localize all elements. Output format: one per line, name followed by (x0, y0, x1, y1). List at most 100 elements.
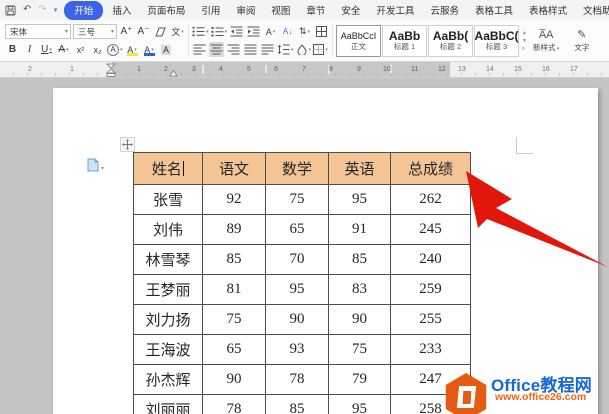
menu-tab[interactable]: 表格工具 (467, 1, 521, 19)
table-cell[interactable]: 70 (266, 245, 329, 275)
table-cell[interactable]: 259 (391, 275, 471, 305)
strikethrough-button[interactable]: A▾ (56, 42, 71, 57)
save-icon[interactable] (5, 5, 16, 16)
customize-toolbar-caret-icon[interactable]: ▾ (54, 7, 58, 14)
font-color-button[interactable]: A▾ (142, 42, 157, 57)
table-cell[interactable]: 93 (266, 335, 329, 365)
line-spacing-button[interactable]: ▾ (277, 42, 294, 57)
character-shading-button[interactable]: A (159, 42, 174, 57)
new-style-button[interactable]: A̅A 新样式 ▾ (529, 29, 563, 53)
shading-button[interactable]: ▾ (296, 42, 312, 57)
table-cell[interactable]: 张雪 (134, 185, 203, 215)
menu-tab[interactable]: 审阅 (228, 1, 263, 19)
table-cell[interactable]: 65 (203, 335, 266, 365)
table-cell[interactable]: 65 (266, 215, 329, 245)
table-cell[interactable]: 233 (391, 335, 471, 365)
menu-tab[interactable]: 页面布局 (139, 1, 193, 19)
increase-indent-button[interactable] (246, 24, 261, 39)
font-size-combobox[interactable]: 三号▾ (73, 24, 117, 39)
text-tool-button[interactable]: ✎ 文字 (570, 29, 593, 53)
table-cell[interactable]: 240 (391, 245, 471, 275)
table-cell[interactable]: 90 (329, 305, 391, 335)
column-header[interactable]: 英语 (329, 153, 391, 185)
table-cell[interactable]: 78 (203, 395, 266, 414)
column-header[interactable]: 姓名 (134, 153, 203, 185)
highlight-color-button[interactable]: A▾ (125, 42, 140, 57)
align-right-button[interactable] (226, 42, 241, 57)
paragraph-layout-button[interactable] (314, 24, 329, 39)
bullet-list-button[interactable]: ▾ (192, 24, 209, 39)
menu-tab[interactable]: 开始 (64, 1, 103, 20)
borders-button[interactable]: ▾ (313, 42, 328, 57)
table-cell[interactable]: 83 (329, 275, 391, 305)
table-cell[interactable]: 90 (203, 365, 266, 395)
underline-button[interactable]: U▾ (39, 42, 54, 57)
menu-tab[interactable]: 表格样式 (521, 1, 575, 19)
clear-format-button[interactable] (153, 24, 168, 39)
table-cell[interactable]: 75 (329, 335, 391, 365)
table-cell[interactable]: 79 (329, 365, 391, 395)
table-cell[interactable]: 孙杰辉 (134, 365, 203, 395)
style-card[interactable]: AaBb(标题 2 (428, 25, 473, 57)
table-cell[interactable]: 245 (391, 215, 471, 245)
table-cell[interactable]: 262 (391, 185, 471, 215)
superscript-button[interactable]: x² (73, 42, 88, 57)
table-cell[interactable]: 95 (329, 395, 391, 414)
table-cell[interactable]: 75 (266, 185, 329, 215)
scroll-down-icon[interactable]: ▼ (522, 38, 527, 44)
numbered-list-button[interactable]: ▾ (211, 24, 228, 39)
table-cell[interactable]: 90 (266, 305, 329, 335)
bold-button[interactable]: B (5, 42, 20, 57)
distribute-text-button[interactable] (260, 42, 275, 57)
table-move-handle[interactable] (120, 137, 135, 152)
table-cell[interactable]: 85 (329, 245, 391, 275)
table-cell[interactable]: 王海波 (134, 335, 203, 365)
column-header[interactable]: 数学 (266, 153, 329, 185)
menu-tab[interactable]: 插入 (104, 1, 139, 19)
menu-tab[interactable]: 章节 (298, 1, 333, 19)
text-direction-button[interactable]: A▾ (263, 24, 278, 39)
table-cell[interactable]: 92 (203, 185, 266, 215)
character-border-button[interactable]: A▾ (107, 42, 123, 57)
redo-icon[interactable]: ↷ (38, 5, 46, 15)
justify-button[interactable] (243, 42, 258, 57)
sort-button[interactable]: A↓ (280, 24, 295, 39)
undo-icon[interactable]: ↶ (23, 5, 31, 15)
table-cell[interactable]: 81 (203, 275, 266, 305)
menu-tab[interactable]: 安全 (333, 1, 368, 19)
menu-tab[interactable]: 文档助手 (575, 1, 609, 19)
grow-font-button[interactable]: A⁺ (119, 24, 134, 39)
table-cell[interactable]: 95 (329, 185, 391, 215)
table-cell[interactable]: 75 (203, 305, 266, 335)
scroll-up-icon[interactable]: ▲ (522, 30, 527, 36)
table-cell[interactable]: 王梦丽 (134, 275, 203, 305)
pinyin-guide-button[interactable]: 文▾ (170, 24, 185, 39)
font-name-combobox[interactable]: 宋体▾ (5, 24, 71, 39)
column-header[interactable]: 语文 (203, 153, 266, 185)
column-header[interactable]: 总成绩 (391, 153, 471, 185)
decrease-indent-button[interactable] (229, 24, 244, 39)
gallery-expand-icon[interactable]: ≡ (522, 46, 527, 52)
paste-options-icon[interactable]: ▾ (87, 158, 104, 172)
table-cell[interactable]: 78 (266, 365, 329, 395)
italic-button[interactable]: I (22, 42, 37, 57)
table-cell[interactable]: 刘丽丽 (134, 395, 203, 414)
align-center-button[interactable] (209, 42, 224, 57)
table-cell[interactable]: 85 (266, 395, 329, 414)
table-cell[interactable]: 刘力扬 (134, 305, 203, 335)
paragraph-spacing-button[interactable]: ⇅▾ (297, 24, 312, 39)
gallery-scroll[interactable]: ▲ ▼ ≡ (520, 30, 529, 52)
shrink-font-button[interactable]: A⁻ (136, 24, 151, 39)
style-card[interactable]: AaBbC(标题 3 (474, 25, 519, 57)
align-left-button[interactable] (192, 42, 207, 57)
menu-tab[interactable]: 引用 (193, 1, 228, 19)
subscript-button[interactable]: x₂ (90, 42, 105, 57)
style-card[interactable]: AaBbCcI正文 (336, 25, 381, 57)
table-cell[interactable]: 91 (329, 215, 391, 245)
menu-tab[interactable]: 开发工具 (368, 1, 422, 19)
menu-tab[interactable]: 视图 (263, 1, 298, 19)
style-card[interactable]: AaBb标题 1 (382, 25, 427, 57)
table-cell[interactable]: 95 (266, 275, 329, 305)
table-cell[interactable]: 85 (203, 245, 266, 275)
table-cell[interactable]: 89 (203, 215, 266, 245)
